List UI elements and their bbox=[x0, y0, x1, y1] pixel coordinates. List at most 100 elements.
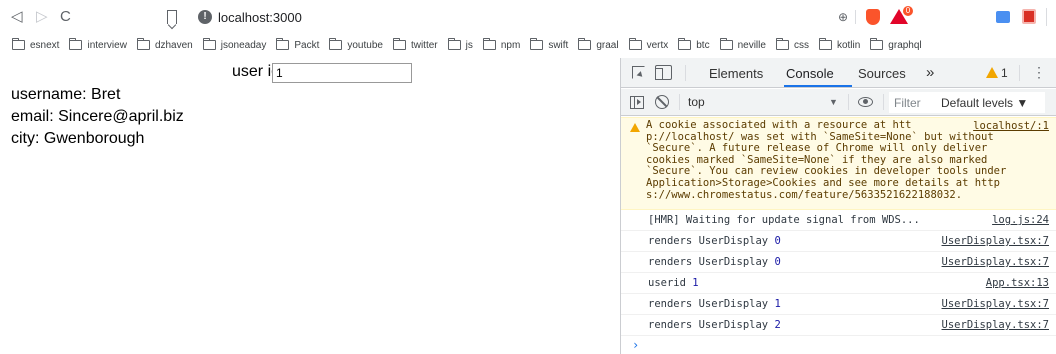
bookmark-label: interview bbox=[87, 39, 127, 51]
divider bbox=[1019, 65, 1020, 81]
bookmark-item[interactable]: dzhaven bbox=[136, 38, 193, 51]
console-prompt[interactable]: › bbox=[632, 338, 639, 352]
bookmark-item[interactable]: neville bbox=[719, 38, 766, 51]
bookmark-item[interactable]: graal bbox=[578, 38, 619, 51]
bookmark-item[interactable]: youtube bbox=[329, 38, 383, 51]
bookmark-label: neville bbox=[737, 39, 766, 51]
log-source-link[interactable]: UserDisplay.tsx:7 bbox=[942, 256, 1049, 268]
bookmark-item[interactable]: graphql bbox=[870, 38, 922, 51]
url-text[interactable]: localhost:3000 bbox=[218, 10, 302, 25]
bookmark-item[interactable]: twitter bbox=[392, 38, 438, 51]
log-message: renders UserDisplay 0 bbox=[648, 256, 781, 268]
tab-sources[interactable]: Sources bbox=[858, 66, 906, 81]
bookmark-label: kotlin bbox=[836, 39, 861, 51]
forward-arrow-icon[interactable]: ▷ bbox=[36, 9, 48, 25]
folder-icon bbox=[202, 38, 216, 50]
bookmark-item[interactable]: btc bbox=[678, 38, 710, 51]
bookmark-label: js bbox=[465, 39, 473, 51]
bookmark-item[interactable]: vertx bbox=[628, 38, 669, 51]
site-info-icon[interactable]: ! bbox=[198, 10, 212, 24]
log-source-link[interactable]: App.tsx:13 bbox=[986, 277, 1049, 289]
bookmark-label: jsoneaday bbox=[220, 39, 267, 51]
devtools-tabbar: Elements Console Sources » 1 ⋮ bbox=[621, 58, 1056, 88]
bookmark-item[interactable]: npm bbox=[482, 38, 521, 51]
bookmark-item[interactable]: interview bbox=[69, 38, 127, 51]
console-log-row: renders UserDisplay 2 UserDisplay.tsx:7 bbox=[621, 315, 1056, 336]
kebab-menu-icon[interactable]: ⋮ bbox=[1032, 65, 1046, 79]
bookmark-label: dzhaven bbox=[154, 39, 193, 51]
warning-icon bbox=[986, 67, 998, 78]
cookie-warning-message: A cookie associated with a resource at h… bbox=[621, 117, 1056, 210]
user-id-input[interactable] bbox=[272, 63, 412, 83]
device-toolbar-icon[interactable] bbox=[655, 65, 672, 80]
folder-icon bbox=[719, 38, 733, 50]
log-source-link[interactable]: log.js:24 bbox=[992, 214, 1049, 226]
city-text: city: Gwenborough bbox=[11, 130, 145, 147]
folder-icon bbox=[69, 38, 83, 50]
warning-count: 1 bbox=[1001, 66, 1008, 80]
extension-icon[interactable] bbox=[996, 11, 1010, 23]
bookmark-item[interactable]: Packt bbox=[276, 38, 319, 51]
bookmark-item[interactable]: esnext bbox=[12, 38, 59, 51]
console-log-row: renders UserDisplay 0 UserDisplay.tsx:7 bbox=[621, 231, 1056, 252]
log-message: renders UserDisplay 1 bbox=[648, 298, 781, 310]
active-tab-indicator bbox=[784, 85, 852, 87]
page-content: user id username: Bret email: Sincere@ap… bbox=[0, 58, 620, 354]
log-message: renders UserDisplay 0 bbox=[648, 235, 781, 247]
log-source-link[interactable]: UserDisplay.tsx:7 bbox=[942, 298, 1049, 310]
log-number: 2 bbox=[774, 319, 781, 331]
log-number: 1 bbox=[692, 277, 699, 289]
bookmark-label: npm bbox=[500, 39, 521, 51]
warning-count-badge[interactable]: 1 bbox=[986, 66, 1008, 80]
log-source-link[interactable]: UserDisplay.tsx:7 bbox=[942, 319, 1049, 331]
log-source-link[interactable]: UserDisplay.tsx:7 bbox=[942, 235, 1049, 247]
folder-icon bbox=[329, 38, 343, 50]
bookmark-label: graphql bbox=[888, 39, 922, 51]
bookmark-label: youtube bbox=[347, 39, 383, 51]
reload-icon[interactable]: C bbox=[60, 9, 71, 25]
bookmark-icon[interactable] bbox=[167, 10, 177, 24]
console-sidebar-icon[interactable] bbox=[630, 96, 644, 109]
bookmark-label: vertx bbox=[646, 39, 669, 51]
live-expression-eye-icon[interactable] bbox=[858, 97, 873, 107]
zoom-icon[interactable]: ⊕ bbox=[838, 10, 848, 24]
log-number: 1 bbox=[774, 298, 781, 310]
rewards-badge: 0 bbox=[903, 6, 913, 16]
folder-icon bbox=[678, 38, 692, 50]
warning-text: A cookie associated with a resource at h… bbox=[646, 119, 1050, 201]
tab-elements[interactable]: Elements bbox=[709, 66, 763, 81]
bookmark-label: btc bbox=[696, 39, 710, 51]
inspect-element-icon[interactable] bbox=[632, 66, 645, 79]
clear-console-icon[interactable] bbox=[655, 95, 669, 109]
folder-icon bbox=[392, 38, 406, 50]
bookmark-item[interactable]: swift bbox=[530, 38, 568, 51]
filter-input[interactable]: Filter bbox=[889, 92, 939, 113]
console-log-row: renders UserDisplay 0 UserDisplay.tsx:7 bbox=[621, 252, 1056, 273]
chevron-down-icon: ▼ bbox=[829, 97, 838, 107]
log-message: [HMR] Waiting for update signal from WDS… bbox=[648, 214, 920, 226]
log-message: renders UserDisplay 2 bbox=[648, 319, 781, 331]
address-bar[interactable]: ! localhost:3000 ⊕ 0 bbox=[155, 5, 1020, 31]
folder-icon bbox=[276, 38, 290, 50]
bookmark-item[interactable]: css bbox=[775, 38, 809, 51]
more-tabs-button[interactable]: » bbox=[926, 64, 934, 81]
context-select[interactable]: top bbox=[685, 92, 845, 112]
brave-shields-icon[interactable] bbox=[866, 9, 880, 25]
back-arrow-icon[interactable]: ◁ bbox=[11, 9, 23, 25]
bookmark-item[interactable]: jsoneaday bbox=[202, 38, 267, 51]
bookmark-label: twitter bbox=[410, 39, 438, 51]
extension-icon[interactable] bbox=[1022, 9, 1036, 24]
divider bbox=[855, 10, 856, 24]
log-text: [HMR] Waiting for update signal from WDS… bbox=[648, 214, 920, 226]
folder-icon bbox=[447, 38, 461, 50]
username-text: username: Bret bbox=[11, 86, 121, 103]
bookmarks-bar: esnext interview dzhaven jsoneaday Packt yout… bbox=[0, 34, 1056, 56]
folder-icon bbox=[775, 38, 789, 50]
log-levels-dropdown[interactable]: Default levels ▼ bbox=[939, 92, 1045, 113]
folder-icon bbox=[818, 38, 832, 50]
bookmark-item[interactable]: js bbox=[447, 38, 473, 51]
folder-icon bbox=[136, 38, 150, 50]
bookmark-item[interactable]: kotlin bbox=[818, 38, 861, 51]
warning-source-link[interactable]: localhost/:1 bbox=[973, 120, 1049, 132]
tab-console[interactable]: Console bbox=[786, 66, 834, 81]
